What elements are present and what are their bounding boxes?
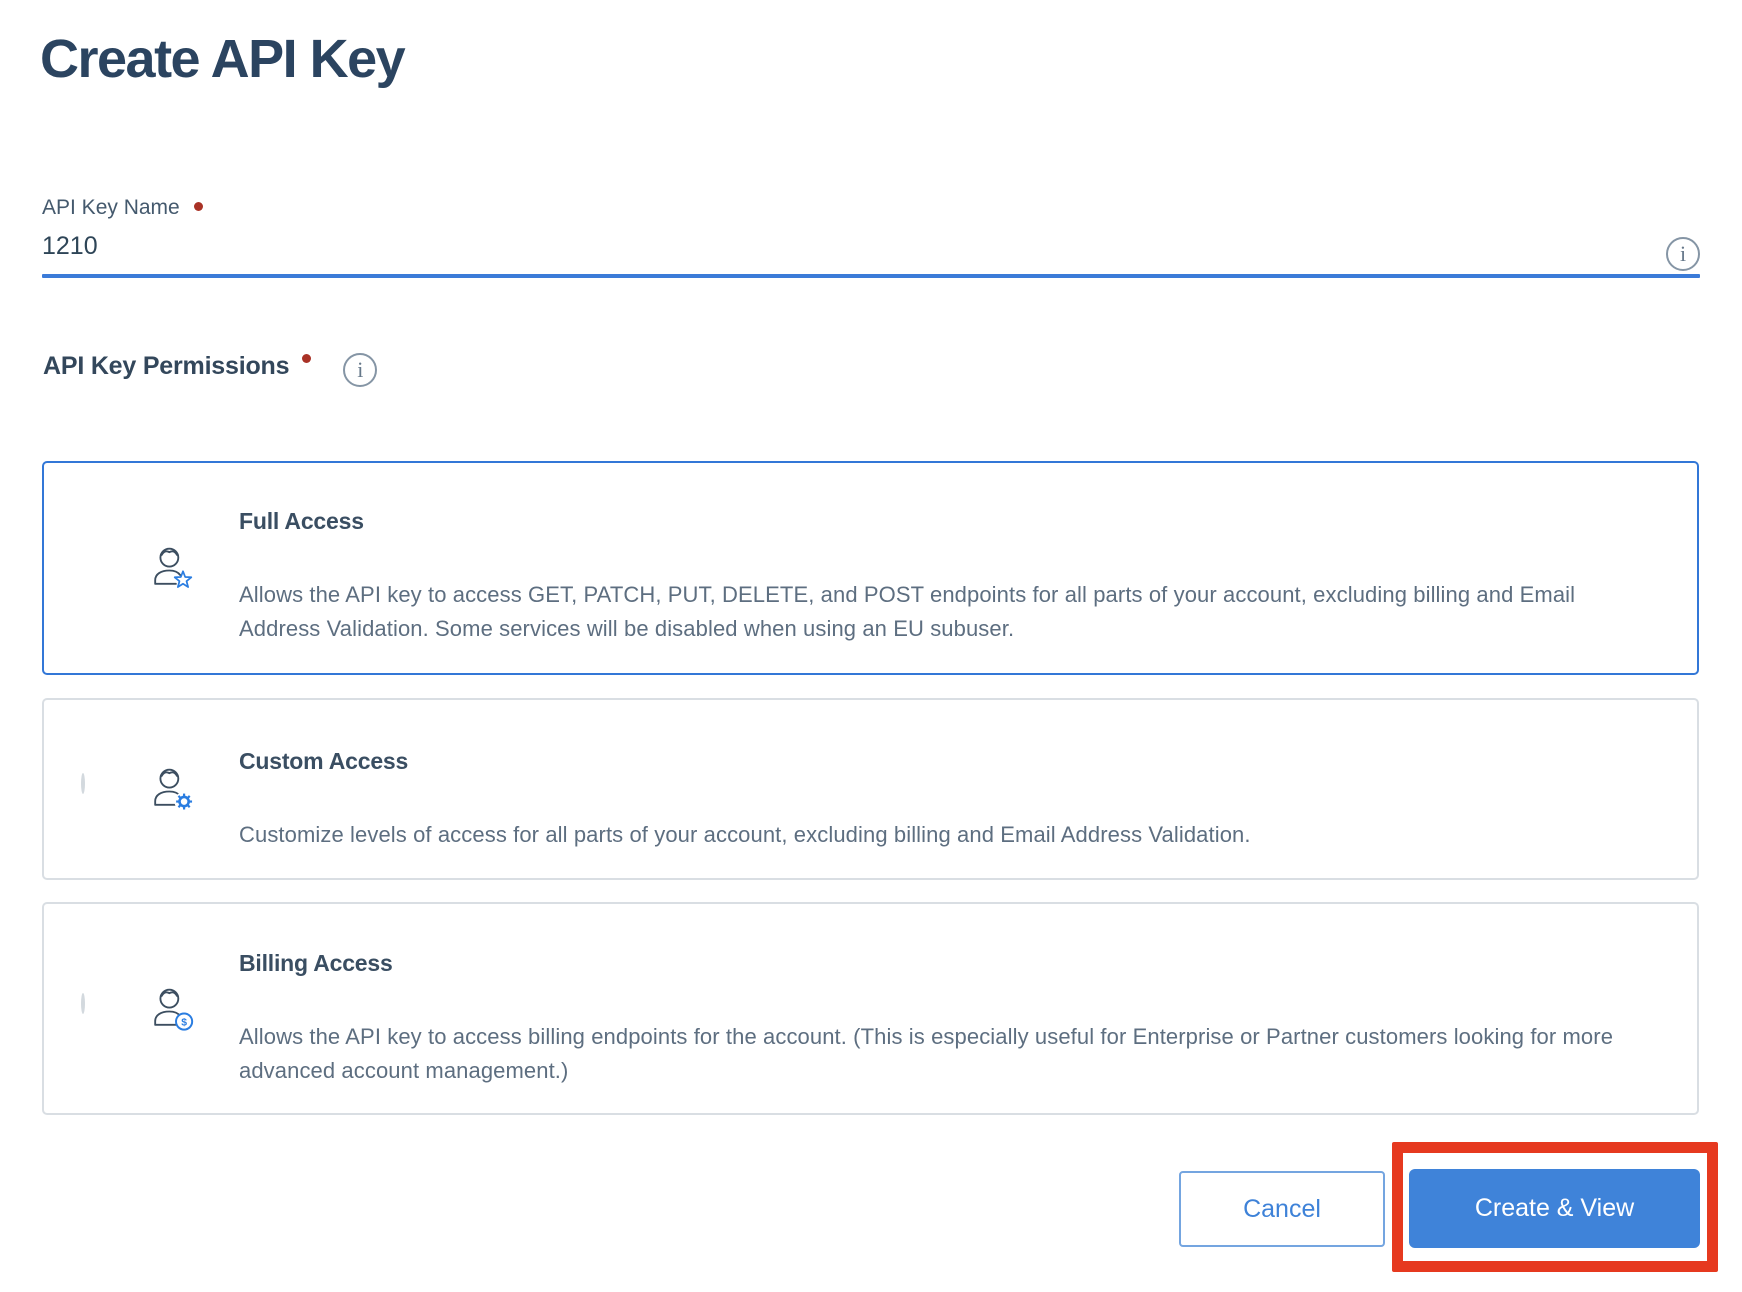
permissions-label: API Key Permissions <box>43 352 290 380</box>
required-dot-icon <box>193 202 203 211</box>
cancel-button[interactable]: Cancel <box>1179 1171 1385 1247</box>
api-key-name-label: API Key Name <box>42 196 180 219</box>
permissions-label-row: API Key Permissions i <box>43 351 378 387</box>
create-and-view-button[interactable]: Create & View <box>1409 1169 1700 1248</box>
option-title: Full Access <box>239 508 364 534</box>
info-icon[interactable]: i <box>1666 237 1700 271</box>
option-title: Custom Access <box>239 748 409 774</box>
option-description: Customize levels of access for all parts… <box>239 822 1251 847</box>
required-dot-icon <box>302 354 312 363</box>
user-dollar-icon: $ <box>147 985 195 1033</box>
custom-access-radio[interactable] <box>81 773 85 794</box>
page-title: Create API Key <box>40 29 406 89</box>
svg-text:$: $ <box>181 1017 187 1028</box>
api-key-name-input[interactable]: 1210 <box>42 230 1442 262</box>
option-card-full-access[interactable]: Full Access Allows the API key to access… <box>42 461 1699 675</box>
api-key-name-label-row: API Key Name <box>42 194 203 221</box>
input-underline <box>42 274 1700 278</box>
option-card-billing-access[interactable]: $ Billing Access Allows the API key to a… <box>42 902 1699 1115</box>
user-gear-icon <box>147 765 195 813</box>
option-description: Allows the API key to access GET, PATCH,… <box>239 582 1576 641</box>
billing-access-radio[interactable] <box>81 992 85 1014</box>
option-card-custom-access[interactable]: Custom Access Customize levels of access… <box>42 698 1699 880</box>
option-title: Billing Access <box>239 950 393 976</box>
option-description: Allows the API key to access billing end… <box>239 1024 1614 1083</box>
user-star-icon <box>147 544 195 592</box>
create-api-key-page: Create API Key API Key Name 1210 i API K… <box>0 0 1742 1292</box>
info-icon[interactable]: i <box>343 353 378 387</box>
